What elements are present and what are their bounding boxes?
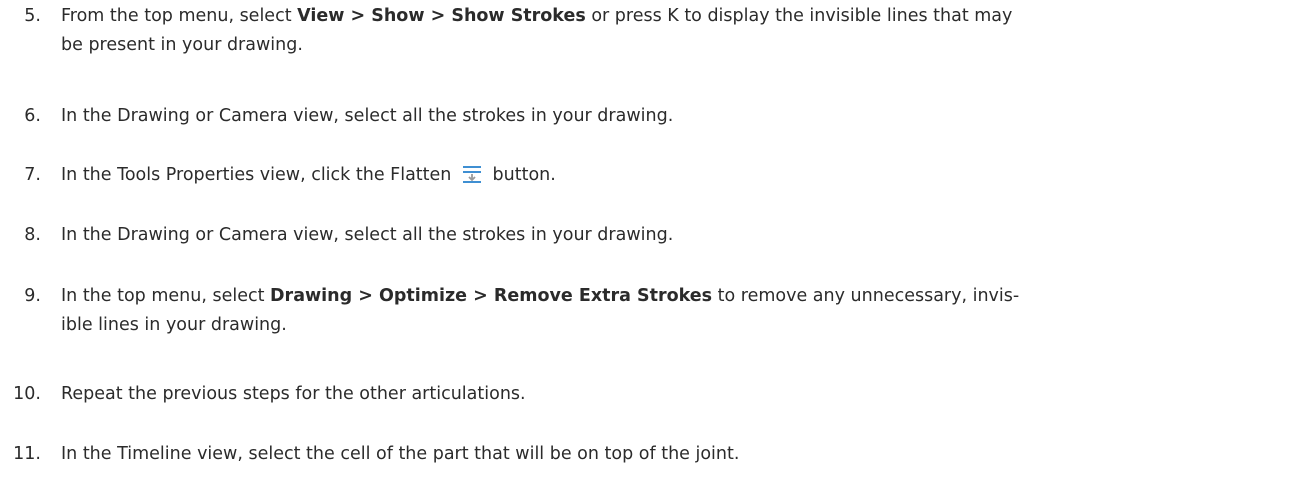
step-text: From the top menu, select View > Show > … [61,2,1296,60]
step-number: 6. [24,106,41,126]
step-number: 11. [13,444,41,464]
step-text-part: From the top menu, select [61,6,298,26]
step-text-part: In the Tools Properties view, click the … [61,165,452,185]
step-text-part: to remove any unnecessary, invis- [712,286,1020,306]
menu-path: Drawing > Optimize > Remove Extra Stroke… [270,286,713,306]
step-number: 10. [13,384,41,404]
step-number: 9. [24,286,41,306]
step-number: 8. [24,225,41,245]
step-text-part: button. [492,165,556,185]
step-text: In the Drawing or Camera view, select al… [61,106,674,126]
step-text: In the top menu, select Drawing > Optimi… [61,282,1296,340]
step-text: In the Tools Properties view, click the … [61,161,1296,190]
step-number: 7. [24,165,41,185]
step-text: In the Timeline view, select the cell of… [61,444,740,464]
step-text-part: ible lines in your drawing. [61,315,287,335]
step-number: 5. [24,6,41,26]
menu-path: View > Show > Show Strokes [297,6,586,26]
flatten-icon [461,164,483,184]
step-text: Repeat the previous steps for the other … [61,384,526,404]
step-text-part: or press K to display the invisible line… [585,6,1013,26]
step-text-part: be present in your drawing. [61,35,303,55]
step-text: In the Drawing or Camera view, select al… [61,225,674,245]
step-text-part: In the top menu, select [61,286,271,306]
